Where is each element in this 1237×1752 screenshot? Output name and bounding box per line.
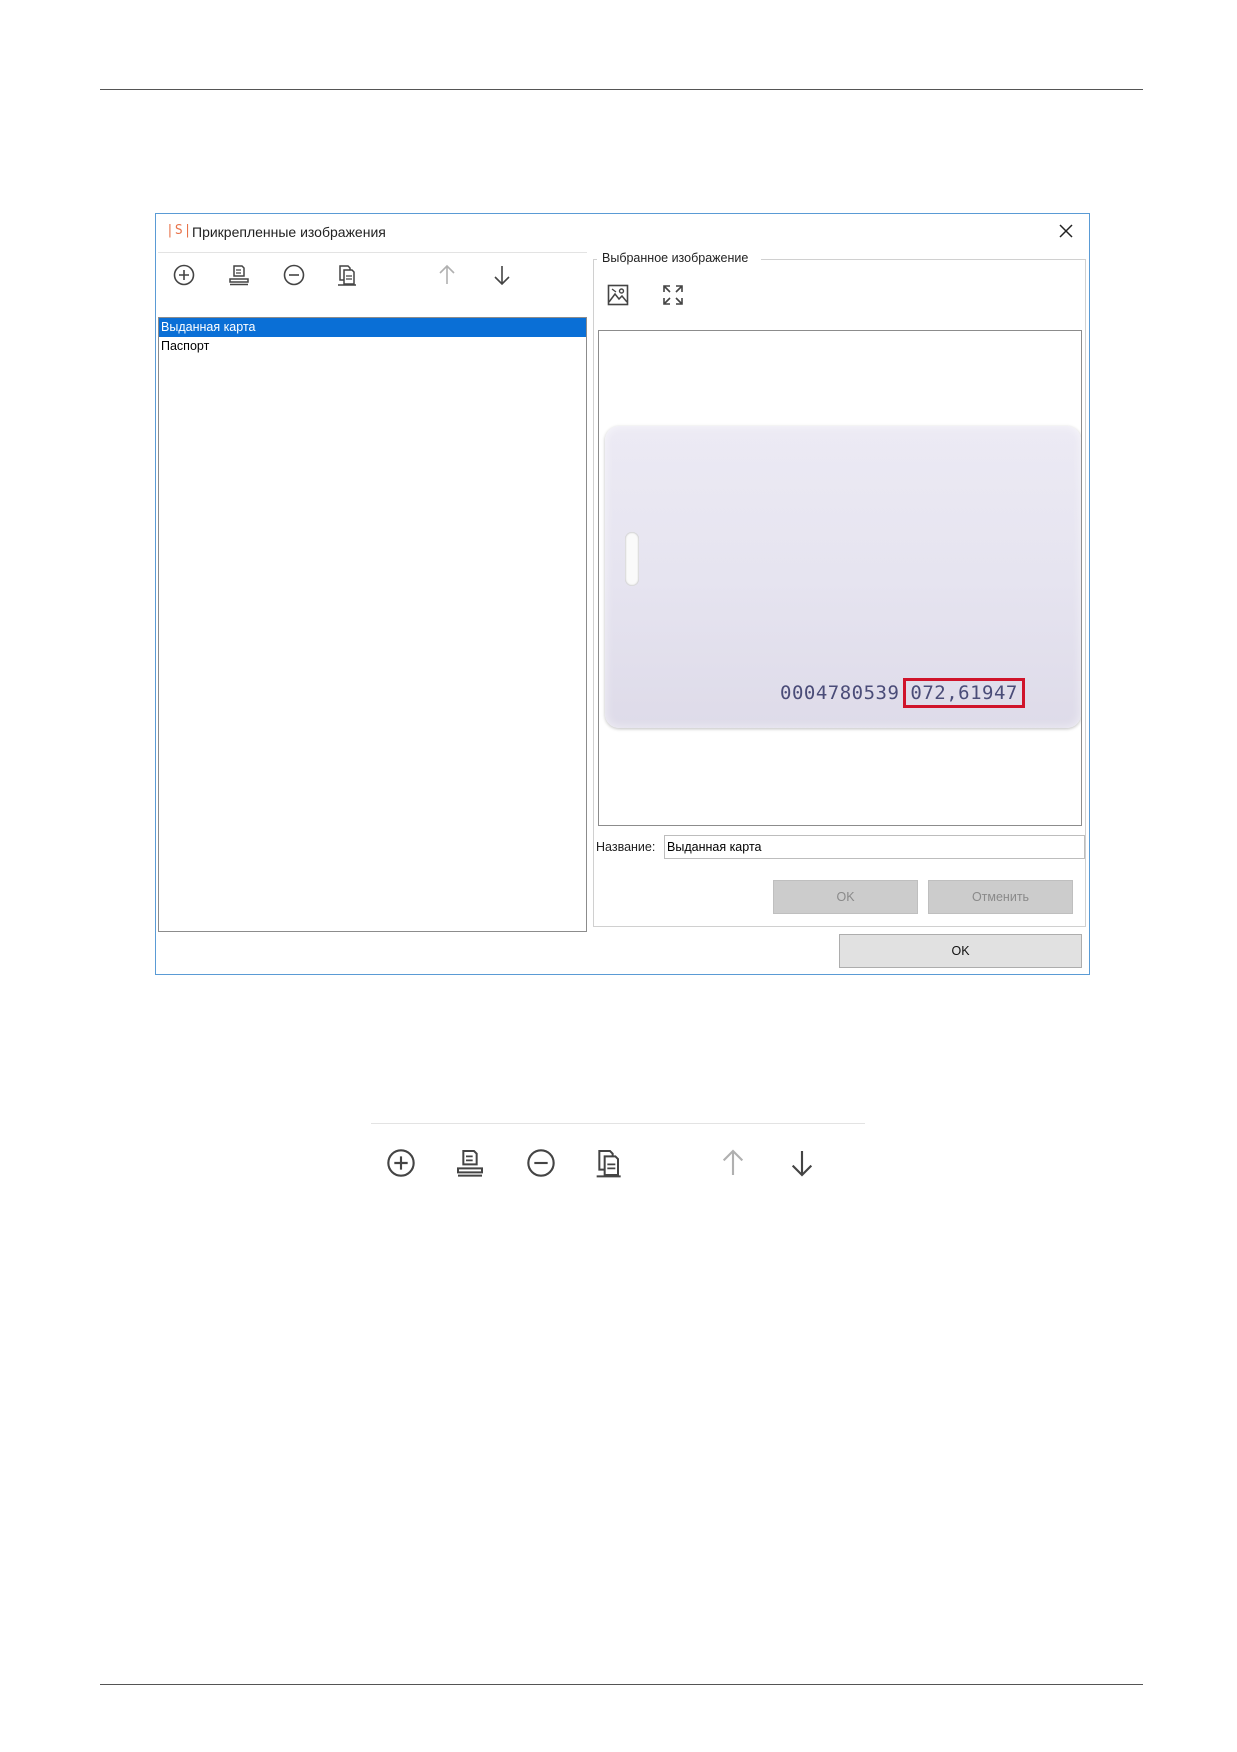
fullscreen-button[interactable]: [658, 280, 688, 310]
scan-button[interactable]: [452, 1145, 488, 1181]
scan-icon: [229, 265, 249, 286]
move-up-button[interactable]: [715, 1145, 751, 1181]
arrow-up-icon: [439, 264, 455, 284]
attachments-list[interactable]: Выданная карта Паспорт: [158, 317, 587, 932]
attached-images-dialog: |S| Прикрепленные изображения Выданная к…: [155, 213, 1090, 975]
add-circle-icon: [173, 264, 195, 286]
remove-button[interactable]: [523, 1145, 559, 1181]
close-button[interactable]: [1053, 218, 1079, 244]
toolbar-enlarged: [371, 1123, 865, 1193]
arrow-up-icon: [722, 1149, 744, 1175]
group-title: Выбранное изображение: [600, 251, 751, 265]
ok-button[interactable]: OK: [839, 934, 1082, 968]
copy-pages-icon: [596, 1150, 621, 1178]
issued-card-image: 0004780539 072,61947: [605, 426, 1081, 728]
name-label: Название:: [596, 840, 656, 854]
image-preview: 0004780539 072,61947: [598, 330, 1082, 826]
name-input[interactable]: Выданная карта: [664, 835, 1085, 859]
remove-circle-icon: [283, 264, 305, 286]
card-number: 0004780539 072,61947: [780, 678, 1025, 708]
title-bar: |S| Прикрепленные изображения: [156, 214, 1089, 250]
dialog-title: Прикрепленные изображения: [192, 224, 386, 240]
move-up-button[interactable]: [432, 260, 462, 290]
arrow-down-icon: [494, 266, 510, 286]
toolbar-divider: [158, 252, 587, 253]
open-image-button[interactable]: [603, 280, 633, 310]
add-circle-icon: [387, 1149, 415, 1177]
card-code-highlight: 072,61947: [903, 678, 1025, 708]
copy-pages-button[interactable]: [333, 260, 363, 290]
fullscreen-icon: [663, 285, 683, 305]
card-serial: 0004780539: [780, 682, 900, 704]
list-item[interactable]: Паспорт: [159, 337, 586, 356]
add-button[interactable]: [383, 1145, 419, 1181]
cancel-button[interactable]: Отменить: [928, 880, 1073, 914]
page-footer-rule: [100, 1684, 1143, 1685]
page-header-rule: [100, 89, 1143, 90]
remove-circle-icon: [527, 1149, 555, 1177]
move-down-button[interactable]: [784, 1145, 820, 1181]
move-down-button[interactable]: [487, 260, 517, 290]
ok-inner-button[interactable]: OK: [773, 880, 918, 914]
card-slot: [625, 532, 639, 586]
close-icon: [1059, 224, 1073, 238]
remove-button[interactable]: [279, 260, 309, 290]
list-item[interactable]: Выданная карта: [159, 318, 586, 337]
arrow-down-icon: [791, 1151, 813, 1177]
add-button[interactable]: [169, 260, 199, 290]
copy-pages-button[interactable]: [592, 1145, 628, 1181]
scan-icon: [457, 1150, 483, 1177]
app-logo: |S|: [166, 223, 193, 238]
copy-pages-icon: [338, 265, 356, 286]
scan-button[interactable]: [224, 260, 254, 290]
toolbar-divider: [371, 1123, 865, 1124]
image-icon: [607, 284, 629, 306]
